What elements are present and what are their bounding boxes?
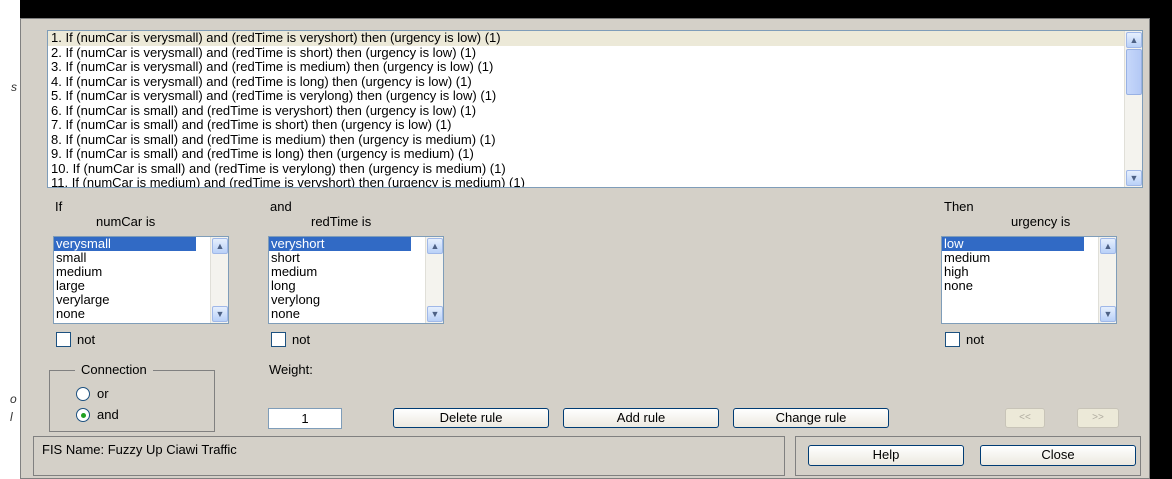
input2-name-label: redTime is bbox=[311, 214, 372, 229]
rule-list-item[interactable]: 5. If (numCar is verysmall) and (redTime… bbox=[48, 88, 1142, 104]
numcar-option[interactable]: small bbox=[54, 251, 228, 265]
urgency-listbox[interactable]: low medium high none ▲ ▼ bbox=[941, 236, 1117, 324]
rules-list[interactable]: 1. If (numCar is verysmall) and (redTime… bbox=[47, 30, 1143, 188]
or-radio[interactable] bbox=[76, 387, 90, 401]
and-option-label: and bbox=[97, 407, 119, 422]
connection-title: Connection bbox=[75, 362, 153, 377]
urgency-option[interactable]: low bbox=[942, 237, 1084, 251]
redtime-scrollbar[interactable]: ▲ ▼ bbox=[425, 237, 443, 323]
help-button[interactable]: Help bbox=[808, 445, 964, 466]
urgency-not-label: not bbox=[966, 332, 985, 347]
rule-list-item[interactable]: 6. If (numCar is small) and (redTime is … bbox=[48, 103, 1142, 119]
redtime-not-label: not bbox=[292, 332, 311, 347]
connection-group bbox=[49, 370, 215, 432]
urgency-not-checkbox[interactable] bbox=[945, 332, 960, 347]
numcar-items: verysmall small medium large verylarge none bbox=[54, 237, 228, 321]
chevron-up-icon[interactable]: ▲ bbox=[427, 238, 443, 254]
redtime-option[interactable]: long bbox=[269, 279, 443, 293]
urgency-option[interactable]: none bbox=[942, 279, 1116, 293]
delete-rule-button[interactable]: Delete rule bbox=[393, 408, 549, 428]
rule-list-item[interactable]: 1. If (numCar is verysmall) and (redTime… bbox=[48, 31, 1142, 46]
background-window-edge: s o l bbox=[0, 0, 20, 479]
chevron-down-icon[interactable]: ▼ bbox=[1126, 170, 1142, 186]
numcar-option[interactable]: none bbox=[54, 307, 228, 321]
weight-label: Weight: bbox=[269, 362, 313, 377]
urgency-option[interactable]: medium bbox=[942, 251, 1116, 265]
chevron-down-icon[interactable]: ▼ bbox=[212, 306, 228, 322]
rule-list-item[interactable]: 7. If (numCar is small) and (redTime is … bbox=[48, 117, 1142, 133]
rule-list-item[interactable]: 2. If (numCar is verysmall) and (redTime… bbox=[48, 45, 1142, 61]
background-text: l bbox=[10, 410, 13, 424]
redtime-option[interactable]: verylong bbox=[269, 293, 443, 307]
fis-name-status: FIS Name: Fuzzy Up Ciawi Traffic bbox=[42, 442, 237, 457]
urgency-option[interactable]: high bbox=[942, 265, 1116, 279]
add-rule-button[interactable]: Add rule bbox=[563, 408, 719, 428]
numcar-option[interactable]: verysmall bbox=[54, 237, 196, 251]
rule-editor-window: 1. If (numCar is verysmall) and (redTime… bbox=[20, 18, 1150, 479]
redtime-not-checkbox[interactable] bbox=[271, 332, 286, 347]
if-label: If bbox=[55, 199, 63, 214]
chevron-up-icon[interactable]: ▲ bbox=[1126, 32, 1142, 48]
numcar-option[interactable]: large bbox=[54, 279, 228, 293]
numcar-listbox[interactable]: verysmall small medium large verylarge none ▲… bbox=[53, 236, 229, 324]
background-text: o bbox=[10, 392, 17, 406]
and-label: and bbox=[270, 199, 292, 214]
redtime-listbox[interactable]: veryshort short medium long verylong none ▲ ▼ bbox=[268, 236, 444, 324]
redtime-option[interactable]: veryshort bbox=[269, 237, 411, 251]
chevron-down-icon[interactable]: ▼ bbox=[1100, 306, 1116, 322]
then-label: Then bbox=[944, 199, 974, 214]
rule-list-item[interactable]: 11. If (numCar is medium) and (redTime i… bbox=[48, 175, 1142, 187]
redtime-option[interactable]: short bbox=[269, 251, 443, 265]
background-text: s bbox=[11, 80, 17, 94]
rules-scrollbar[interactable]: ▲ ▼ bbox=[1124, 31, 1142, 187]
prev-button[interactable]: << bbox=[1005, 408, 1045, 428]
and-radio[interactable] bbox=[76, 408, 90, 422]
redtime-option[interactable]: none bbox=[269, 307, 443, 321]
numcar-option[interactable]: verylarge bbox=[54, 293, 228, 307]
numcar-option[interactable]: medium bbox=[54, 265, 228, 279]
rules-container: 1. If (numCar is verysmall) and (redTime… bbox=[48, 31, 1142, 187]
rule-list-item[interactable]: 9. If (numCar is small) and (redTime is … bbox=[48, 146, 1142, 162]
radio-selected-icon bbox=[81, 413, 86, 418]
rule-list-item[interactable]: 8. If (numCar is small) and (redTime is … bbox=[48, 132, 1142, 148]
rule-list-item[interactable]: 4. If (numCar is verysmall) and (redTime… bbox=[48, 74, 1142, 90]
redtime-option[interactable]: medium bbox=[269, 265, 443, 279]
chevron-down-icon[interactable]: ▼ bbox=[427, 306, 443, 322]
numcar-not-checkbox[interactable] bbox=[56, 332, 71, 347]
rule-list-item[interactable]: 10. If (numCar is small) and (redTime is… bbox=[48, 161, 1142, 177]
output-name-label: urgency is bbox=[1011, 214, 1071, 229]
chevron-up-icon[interactable]: ▲ bbox=[212, 238, 228, 254]
numcar-not-label: not bbox=[77, 332, 96, 347]
weight-input[interactable]: 1 bbox=[268, 408, 342, 429]
close-button[interactable]: Close bbox=[980, 445, 1136, 466]
numcar-scrollbar[interactable]: ▲ ▼ bbox=[210, 237, 228, 323]
chevron-up-icon[interactable]: ▲ bbox=[1100, 238, 1116, 254]
urgency-scrollbar[interactable]: ▲ ▼ bbox=[1098, 237, 1116, 323]
next-button[interactable]: >> bbox=[1077, 408, 1119, 428]
input1-name-label: numCar is bbox=[96, 214, 156, 229]
or-label: or bbox=[97, 386, 109, 401]
rule-list-item[interactable]: 3. If (numCar is verysmall) and (redTime… bbox=[48, 59, 1142, 75]
redtime-items: veryshort short medium long verylong none bbox=[269, 237, 443, 321]
change-rule-button[interactable]: Change rule bbox=[733, 408, 889, 428]
urgency-items: low medium high none bbox=[942, 237, 1116, 293]
scrollbar-thumb[interactable] bbox=[1126, 49, 1142, 95]
